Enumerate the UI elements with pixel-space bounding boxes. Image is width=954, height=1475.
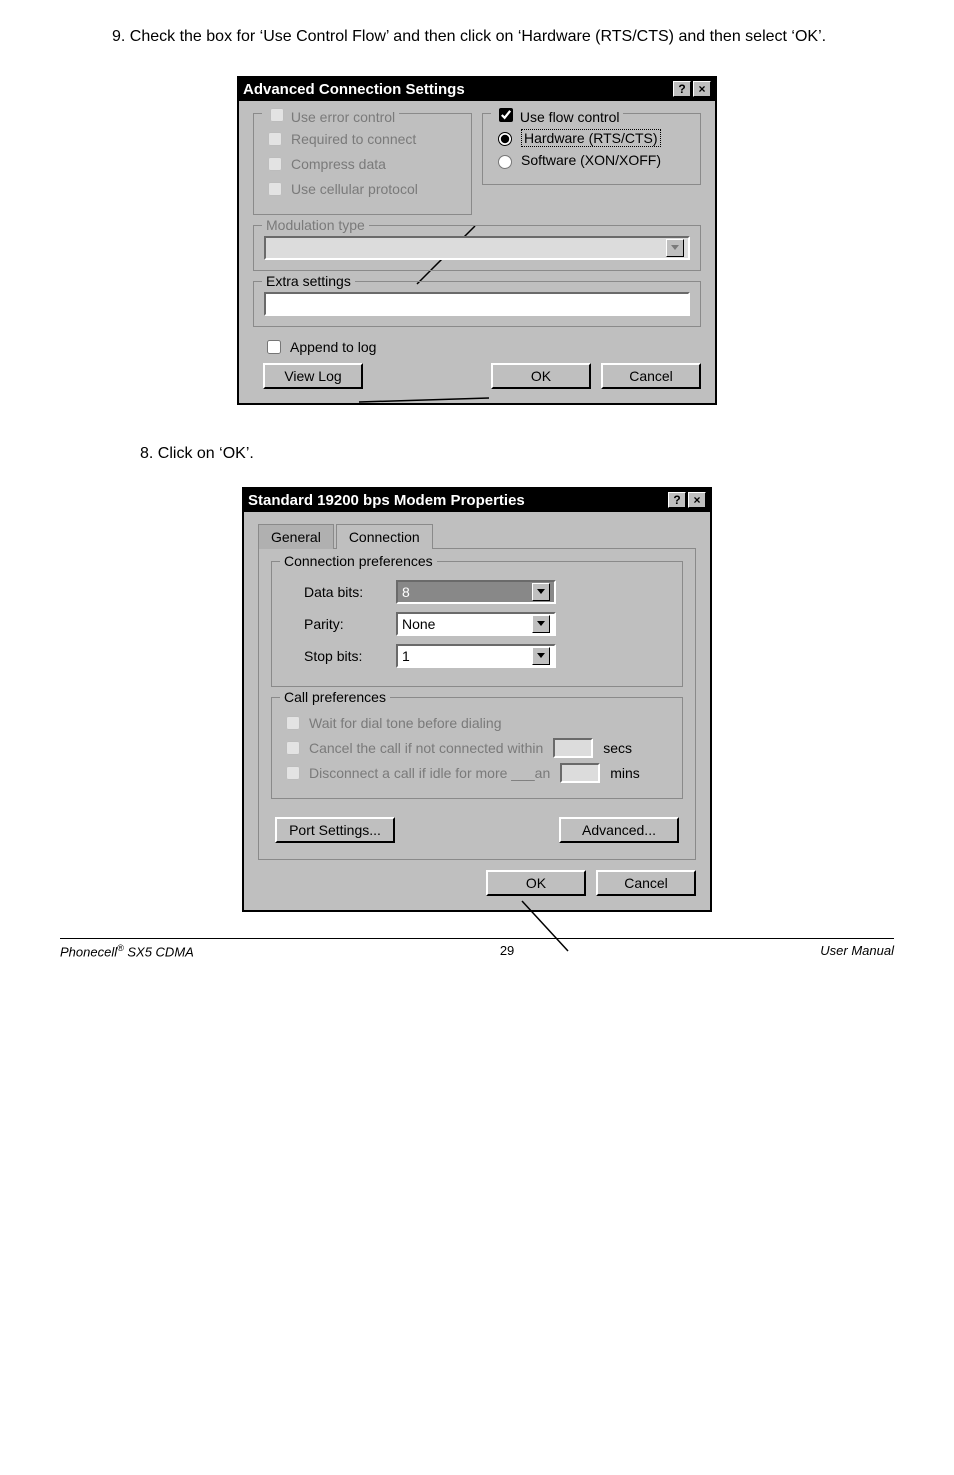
instruction-step-9: 9. Check the box for ‘Use Control Flow’ … (112, 26, 894, 48)
dialog-title: Advanced Connection Settings (243, 81, 465, 98)
dialog-title: Standard 19200 bps Modem Properties (248, 492, 525, 509)
use-error-control-checkbox (270, 108, 284, 122)
chevron-down-icon[interactable] (532, 647, 550, 665)
use-error-control-group: Use error control Required to connect Co… (253, 113, 472, 215)
connection-preferences-group: Connection preferences Data bits: 8 Pari… (271, 561, 683, 687)
call-preferences-group: Call preferences Wait for dial tone befo… (271, 697, 683, 799)
use-error-control-checkbox-label: Use error control (262, 105, 399, 125)
connection-preferences-legend: Connection preferences (280, 553, 437, 569)
cancel-button[interactable]: Cancel (596, 870, 696, 896)
software-label: Software (XON/XOFF) (521, 152, 661, 168)
titlebar: Standard 19200 bps Modem Properties ? × (244, 489, 710, 512)
help-button[interactable]: ? (668, 492, 686, 508)
cancel-call-secs-input (553, 738, 593, 758)
stop-bits-select[interactable]: 1 (396, 644, 556, 668)
footer-model: SX5 CDMA (124, 944, 194, 959)
use-cellular-protocol-label: Use cellular protocol (291, 181, 418, 197)
modulation-type-legend: Modulation type (262, 217, 369, 233)
software-xon-xoff-option[interactable]: Software (XON/XOFF) (493, 152, 690, 169)
hardware-label: Hardware (RTS/CTS) (521, 129, 661, 147)
wait-dial-tone-checkbox (286, 716, 300, 730)
footer-doc-title: User Manual (820, 943, 894, 959)
wait-dial-tone-label: Wait for dial tone before dialing (309, 715, 501, 731)
stop-bits-label: Stop bits: (304, 648, 384, 664)
cancel-call-unit: secs (603, 740, 632, 756)
hardware-radio[interactable] (498, 132, 512, 146)
disconnect-idle-mins-input (560, 763, 600, 783)
ok-button[interactable]: OK (486, 870, 586, 896)
cancel-button[interactable]: Cancel (601, 363, 701, 389)
append-to-log-checkbox[interactable] (267, 340, 281, 354)
append-to-log-label: Append to log (290, 339, 376, 355)
use-flow-control-group: Use flow control Hardware (RTS/CTS) Soft… (482, 113, 701, 185)
required-to-connect-option: Required to connect (264, 129, 461, 149)
compress-data-checkbox (268, 157, 282, 171)
footer-page-number: 29 (194, 943, 820, 959)
call-preferences-legend: Call preferences (280, 689, 390, 705)
extra-settings-legend: Extra settings (262, 273, 355, 289)
compress-data-label: Compress data (291, 156, 386, 172)
stop-bits-value: 1 (402, 648, 410, 664)
ok-button[interactable]: OK (491, 363, 591, 389)
chevron-down-icon[interactable] (532, 615, 550, 633)
disconnect-idle-option: Disconnect a call if idle for more ___an… (282, 763, 672, 783)
footer-brand: Phonecell® SX5 CDMA (60, 943, 194, 959)
required-to-connect-checkbox (268, 132, 282, 146)
advanced-button[interactable]: Advanced... (559, 817, 679, 843)
modem-properties-dialog: Standard 19200 bps Modem Properties ? × … (242, 487, 712, 912)
chevron-down-icon[interactable] (532, 583, 550, 601)
append-to-log-option[interactable]: Append to log (263, 337, 701, 357)
cancel-call-label: Cancel the call if not connected within (309, 740, 543, 756)
cancel-call-checkbox (286, 741, 300, 755)
tab-panel-connection: Connection preferences Data bits: 8 Pari… (258, 548, 696, 860)
close-button[interactable]: × (688, 492, 706, 508)
use-cellular-protocol-option: Use cellular protocol (264, 179, 461, 199)
use-flow-control-checkbox[interactable] (499, 108, 513, 122)
help-button[interactable]: ? (673, 81, 691, 97)
tab-connection[interactable]: Connection (336, 524, 433, 549)
parity-select[interactable]: None (396, 612, 556, 636)
page-footer: Phonecell® SX5 CDMA 29 User Manual (60, 938, 894, 959)
close-button[interactable]: × (693, 81, 711, 97)
use-error-control-text: Use error control (291, 109, 395, 125)
use-flow-control-text: Use flow control (520, 109, 620, 125)
wait-dial-tone-option: Wait for dial tone before dialing (282, 713, 672, 733)
extra-settings-group: Extra settings (253, 281, 701, 327)
advanced-connection-settings-dialog: Advanced Connection Settings ? × Use err… (237, 76, 717, 405)
view-log-button[interactable]: View Log (263, 363, 363, 389)
modulation-type-group: Modulation type (253, 225, 701, 271)
disconnect-idle-checkbox (286, 766, 300, 780)
use-cellular-protocol-checkbox (268, 182, 282, 196)
compress-data-option: Compress data (264, 154, 461, 174)
disconnect-idle-unit: mins (610, 765, 640, 781)
required-to-connect-label: Required to connect (291, 131, 416, 147)
parity-label: Parity: (304, 616, 384, 632)
titlebar: Advanced Connection Settings ? × (239, 78, 715, 101)
footer-brand-name: Phonecell (60, 944, 117, 959)
cancel-call-option: Cancel the call if not connected within … (282, 738, 672, 758)
disconnect-idle-label: Disconnect a call if idle for more ___an (309, 765, 550, 781)
hardware-rts-cts-option[interactable]: Hardware (RTS/CTS) (493, 129, 690, 147)
instruction-step-8: 8. Click on ‘OK’. (140, 445, 894, 463)
extra-settings-input[interactable] (264, 292, 690, 316)
data-bits-label: Data bits: (304, 584, 384, 600)
use-flow-control-checkbox-label: Use flow control (491, 105, 623, 125)
data-bits-value: 8 (402, 584, 410, 600)
parity-value: None (402, 616, 435, 632)
modulation-type-select (264, 236, 690, 260)
chevron-down-icon (666, 239, 684, 257)
registered-icon: ® (117, 943, 124, 953)
tabs: General Connection (258, 524, 696, 549)
data-bits-select[interactable]: 8 (396, 580, 556, 604)
tab-general[interactable]: General (258, 524, 334, 549)
port-settings-button[interactable]: Port Settings... (275, 817, 395, 843)
software-radio[interactable] (498, 155, 512, 169)
